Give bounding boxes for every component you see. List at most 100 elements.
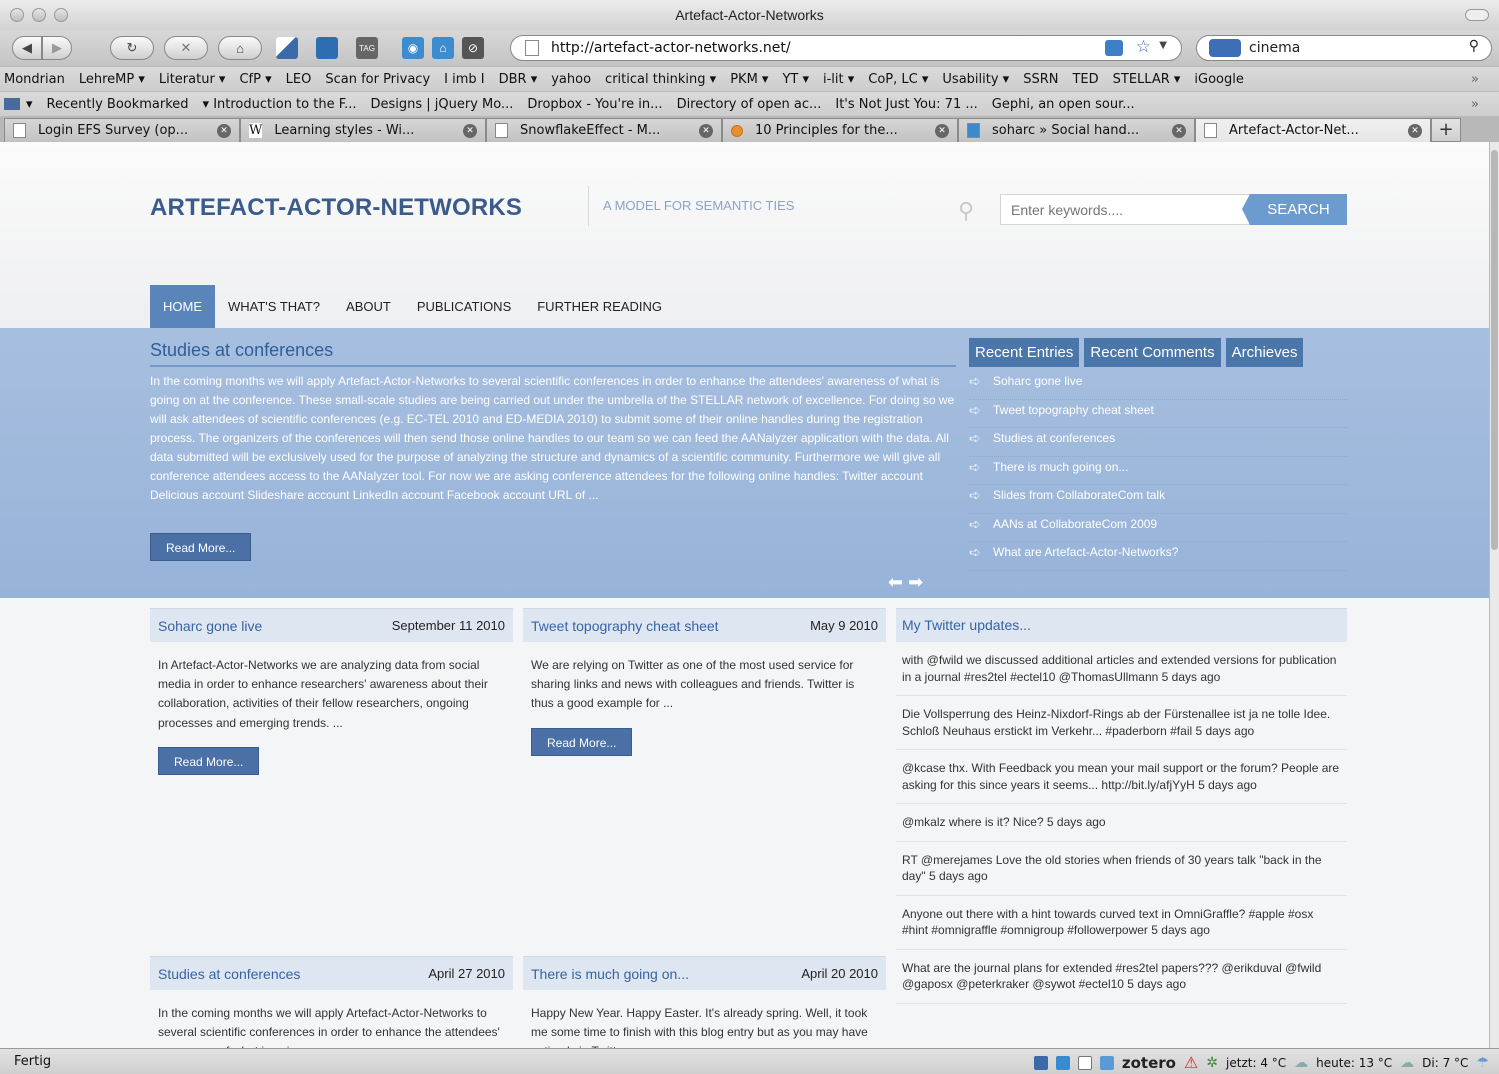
nav-further-reading[interactable]: FURTHER READING	[524, 285, 675, 328]
vertical-scrollbar[interactable]	[1489, 142, 1499, 1048]
bookmark-item[interactable]: yahoo	[551, 72, 591, 87]
new-tab-button[interactable]: +	[1431, 118, 1461, 142]
addon-icon-4[interactable]: ⌂	[432, 37, 454, 59]
tab[interactable]: soharc » Social hand... ✕	[958, 118, 1195, 142]
bookmark-item[interactable]: STELLAR ▾	[1113, 72, 1181, 87]
scrollbar-thumb[interactable]	[1491, 150, 1498, 550]
warning-icon[interactable]: ⚠	[1184, 1053, 1198, 1072]
url-dropdown-icon[interactable]: ▼	[1159, 40, 1167, 51]
tab[interactable]: Login EFS Survey (op... ✕	[4, 118, 240, 142]
tab[interactable]: SnowflakeEffect - M... ✕	[486, 118, 722, 142]
read-more-button[interactable]: Read More...	[531, 727, 633, 756]
tab-archives[interactable]: Archieves	[1225, 338, 1304, 367]
close-tab-icon[interactable]: ✕	[699, 124, 713, 138]
bookmarks-menu-icon[interactable]	[4, 98, 20, 110]
addon-status-icon[interactable]	[1099, 1055, 1114, 1070]
bookmark-item[interactable]: TED	[1072, 72, 1098, 87]
reload-button[interactable]: ↻	[110, 36, 154, 60]
bookmark-item[interactable]: i-lit ▾	[823, 72, 854, 87]
featured-title[interactable]: Studies at conferences	[150, 340, 956, 367]
bookmark-item[interactable]: It's Not Just You: 71 ...	[835, 97, 977, 112]
recent-entry-link[interactable]: AANs at CollaborateCom 2009	[969, 514, 1347, 542]
back-button[interactable]: ◀	[12, 36, 42, 60]
nav-whats-that[interactable]: WHAT'S THAT?	[215, 285, 333, 328]
tab-recent-comments[interactable]: Recent Comments	[1084, 338, 1221, 367]
bookmark-item[interactable]: I imb I	[444, 72, 484, 87]
bookmark-item[interactable]: iGoogle	[1194, 72, 1243, 87]
stop-button[interactable]: ✕	[164, 36, 208, 60]
plant-icon[interactable]: ✲	[1206, 1055, 1218, 1071]
recent-entry-link[interactable]: There is much going on...	[969, 457, 1347, 485]
post-title[interactable]: Studies at conferences	[158, 966, 300, 982]
bookmark-item[interactable]: ▾ Introduction to the F...	[203, 97, 357, 112]
bookmark-star-icon[interactable]: ☆	[1136, 37, 1151, 57]
nav-about[interactable]: ABOUT	[333, 285, 404, 328]
post-title[interactable]: There is much going on...	[531, 966, 689, 982]
bookmark-item[interactable]: PKM ▾	[730, 72, 768, 87]
recent-entry-link[interactable]: Slides from CollaborateCom talk	[969, 485, 1347, 514]
addon-icon-3[interactable]: ◉	[402, 37, 424, 59]
toolbar-toggle-button[interactable]	[1465, 9, 1489, 21]
close-tab-icon[interactable]: ✕	[217, 124, 231, 138]
bookmark-item[interactable]: SSRN	[1023, 72, 1058, 87]
bookmark-item[interactable]: LEO	[286, 72, 312, 87]
addon-icon-1[interactable]	[276, 37, 298, 59]
bookmark-item[interactable]: CfP ▾	[239, 72, 271, 87]
nav-publications[interactable]: PUBLICATIONS	[404, 285, 524, 328]
tab[interactable]: 10 Principles for the... ✕	[722, 118, 958, 142]
bookmark-item[interactable]: Scan for Privacy	[325, 72, 430, 87]
overflow-chevron-icon[interactable]: »	[1471, 72, 1479, 87]
post-title[interactable]: Soharc gone live	[158, 618, 262, 634]
close-tab-icon[interactable]: ✕	[1172, 124, 1186, 138]
featured-read-more-button[interactable]: Read More...	[150, 533, 252, 561]
overflow-chevron-icon[interactable]: »	[1471, 97, 1479, 112]
tab[interactable]: W Learning styles - Wi... ✕	[240, 118, 486, 142]
slider-arrows-icon[interactable]: ⬅ ➡	[888, 572, 923, 593]
bookmark-folder[interactable]: Recently Bookmarked	[47, 97, 189, 112]
close-tab-icon[interactable]: ✕	[1408, 124, 1422, 138]
minimize-window-button[interactable]	[32, 8, 46, 22]
addon-icon-2[interactable]	[316, 37, 338, 59]
post-title[interactable]: Tweet topography cheat sheet	[531, 618, 719, 634]
bookmark-item[interactable]: Mondrian	[4, 72, 65, 87]
mail-icon[interactable]	[1077, 1055, 1092, 1070]
site-search-input[interactable]	[1000, 194, 1250, 225]
bookmark-item[interactable]: YT ▾	[782, 72, 809, 87]
bookmark-item[interactable]: CoP, LC ▾	[868, 72, 928, 87]
bookmark-item[interactable]: LehreMP ▾	[79, 72, 145, 87]
addon-status-icon[interactable]	[1055, 1055, 1070, 1070]
recent-entry-link[interactable]: Studies at conferences	[969, 428, 1347, 457]
forward-button[interactable]: ▶	[42, 36, 72, 60]
bookmark-item[interactable]: Dropbox - You're in...	[527, 97, 662, 112]
search-engine-icon[interactable]	[1209, 39, 1241, 57]
close-tab-icon[interactable]: ✕	[463, 124, 477, 138]
bookmark-item[interactable]: DBR ▾	[499, 72, 538, 87]
dropdown-icon[interactable]: ▾	[26, 97, 33, 112]
rss-icon[interactable]	[1105, 40, 1123, 56]
site-logo[interactable]: ARTEFACT-ACTOR-NETWORKS	[150, 194, 522, 222]
block-icon[interactable]: ⊘	[462, 37, 484, 59]
recent-entry-link[interactable]: Soharc gone live	[969, 371, 1347, 400]
recent-entry-link[interactable]: What are Artefact-Actor-Networks?	[969, 542, 1347, 571]
home-button[interactable]: ⌂	[218, 36, 262, 60]
tab-recent-entries[interactable]: Recent Entries	[969, 338, 1080, 367]
addon-status-icon[interactable]	[1033, 1055, 1048, 1070]
tab-active[interactable]: Artefact-Actor-Net... ✕	[1195, 118, 1431, 142]
zotero-icon[interactable]: zotero	[1122, 1054, 1176, 1072]
recent-entry-link[interactable]: Tweet topography cheat sheet	[969, 400, 1347, 428]
bookmark-item[interactable]: Directory of open ac...	[677, 97, 822, 112]
bookmark-item[interactable]: Gephi, an open sour...	[992, 97, 1135, 112]
search-icon[interactable]: ⚲	[1469, 38, 1479, 54]
close-tab-icon[interactable]: ✕	[935, 124, 949, 138]
site-search-button[interactable]: SEARCH	[1242, 194, 1347, 225]
bookmark-item[interactable]: Designs | jQuery Mo...	[371, 97, 514, 112]
bookmark-item[interactable]: Usability ▾	[942, 72, 1009, 87]
bookmark-item[interactable]: Literatur ▾	[159, 72, 226, 87]
url-bar[interactable]: http://artefact-actor-networks.net/ ☆ ▼	[510, 35, 1182, 61]
close-window-button[interactable]	[10, 8, 24, 22]
read-more-button[interactable]: Read More...	[158, 746, 260, 775]
nav-home[interactable]: HOME	[150, 285, 215, 336]
browser-search-field[interactable]: cinema ⚲	[1196, 35, 1492, 61]
bookmark-item[interactable]: critical thinking ▾	[605, 72, 716, 87]
tag-icon[interactable]: TAG	[356, 37, 378, 59]
